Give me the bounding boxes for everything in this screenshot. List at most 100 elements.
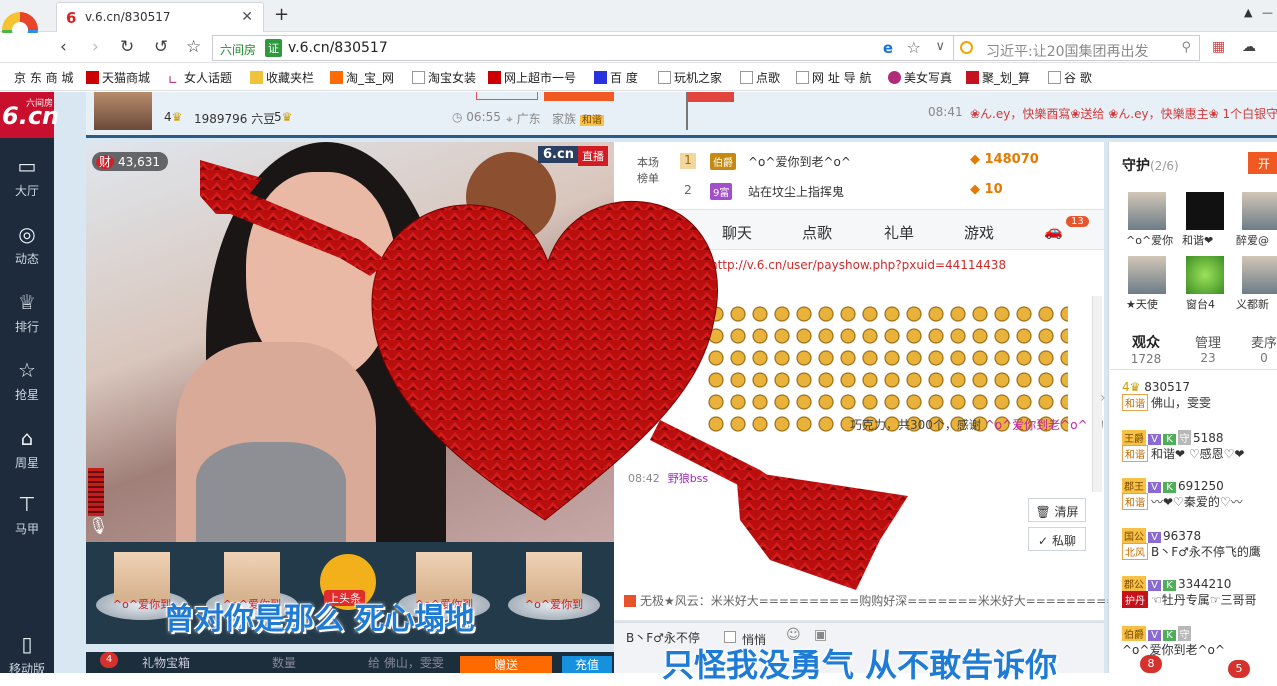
rank-row[interactable]: 1 伯爵 ^o^爱你到老^o^ ◆ 148070 — [678, 148, 1098, 174]
bookmarks-bar: 京 东 商 城 天猫商城 ∟ 女人话题 收藏夹栏 淘_宝_网 淘宝女装 网上超市一… — [0, 64, 1277, 91]
back-icon[interactable]: ‹ — [60, 37, 67, 57]
chat-link[interactable]: http://v.6.cn/user/payshow.php?pxuid=441… — [710, 258, 1006, 272]
guard-avatar[interactable] — [1128, 192, 1166, 230]
microphone-icon[interactable]: 🎙 — [88, 516, 108, 535]
sidebar-item-hall[interactable]: ▭ 大厅 — [0, 154, 54, 199]
bookmark-item[interactable]: 美女写真 — [888, 69, 952, 86]
tab-admins[interactable]: 管理 23 — [1182, 332, 1234, 366]
audience-row[interactable]: 4♛ 830517 和谐 佛山，雯雯 — [1122, 380, 1211, 411]
bookmark-item[interactable]: ∟ 女人话题 — [168, 69, 232, 87]
bookmark-item[interactable]: 谷 歌 — [1048, 69, 1092, 86]
bookmark-item[interactable]: 玩机之家 — [658, 69, 722, 86]
send-gift-button[interactable]: 赠送 — [460, 656, 552, 673]
open-guard-button[interactable]: 开通 — [1248, 152, 1277, 188]
host-family[interactable]: 家族 和谐 — [552, 110, 604, 127]
audience-row[interactable]: 伯爵 V K 守 ^o^爱你到老^o^ — [1122, 626, 1225, 658]
tab-title: v.6.cn/830517 — [85, 10, 171, 24]
private-chat-button[interactable]: ✓ 私聊 — [1028, 527, 1086, 551]
tab-chat[interactable]: 聊天 — [722, 222, 752, 243]
clear-screen-button[interactable]: 🗑 清屏 — [1028, 498, 1086, 522]
audience-row[interactable]: 国公 V 96378 北风 B丶F♂永不停飞的鹰 — [1122, 528, 1261, 560]
audience-row[interactable]: 郡公 V K 3344210 护丹 ☜牡丹专属☞三哥哥 — [1122, 576, 1257, 608]
quantity-select[interactable]: 数量 — [272, 654, 296, 671]
new-tab-icon[interactable]: + — [274, 4, 289, 25]
sidebar-item-vest[interactable]: ⊤ 马甲 — [0, 492, 54, 537]
sidebar-item-mobile[interactable]: ▯ 移动版 — [0, 632, 54, 677]
audience-row[interactable]: 王爵 V K 守 5188 和谐 和谐❤ ♡感恩♡❤ — [1122, 430, 1244, 462]
topup-button[interactable]: 充值 — [562, 656, 612, 673]
ie-mode-icon[interactable]: e — [883, 39, 893, 57]
guard-avatar[interactable] — [1186, 256, 1224, 294]
bookmark-item[interactable]: 点歌 — [740, 69, 780, 86]
bookmark-item[interactable]: 京 东 商 城 — [14, 69, 73, 86]
browser-tab[interactable]: 6 v.6.cn/830517 ✕ — [56, 2, 264, 32]
site-logo[interactable]: 六间房 6.cn — [0, 92, 59, 138]
treasure-count-badge: 4 — [100, 652, 118, 668]
address-bar[interactable]: 六间房 证 v.6.cn/830517 e ☆ ∨ — [212, 35, 954, 61]
sidebar-item-feed[interactable]: ◎ 动态 — [0, 222, 54, 267]
close-tab-icon[interactable]: ✕ — [241, 9, 253, 25]
host-avatar[interactable] — [94, 92, 152, 130]
bookmark-item[interactable]: 网 址 导 航 — [796, 69, 871, 86]
bookmark-item[interactable]: 淘_宝_网 — [330, 69, 394, 86]
guard-avatar[interactable] — [1186, 192, 1224, 230]
minimize-icon[interactable]: — — [1262, 6, 1273, 19]
tab-games[interactable]: 游戏 — [964, 222, 994, 243]
sidebar-item-weekly[interactable]: ⌂ 周星 — [0, 426, 54, 471]
vip-icon: V — [1148, 434, 1161, 445]
forward-icon[interactable]: › — [92, 37, 99, 57]
notification-badge[interactable]: 8 — [1140, 655, 1162, 673]
rank-label[interactable]: 本场榜单 — [634, 154, 662, 186]
bookmark-item[interactable]: 百 度 — [594, 69, 638, 86]
notice-text: ❀ん.ey，快樂酉寫❀送给 ❀ん.ey，快樂惠主❀ 1个白银守护 — [970, 107, 1277, 121]
tab-mic-queue[interactable]: 麦序 0 — [1238, 332, 1277, 366]
guard-avatar[interactable] — [1242, 192, 1277, 230]
guard-avatar[interactable] — [1242, 256, 1277, 294]
gift-avatar[interactable] — [114, 552, 170, 602]
bookmark-item[interactable]: 淘宝女装 — [412, 69, 476, 86]
subscribe-button[interactable] — [544, 92, 614, 101]
follow-button[interactable] — [476, 92, 538, 100]
bookmark-item[interactable]: 网上超市一号 — [488, 69, 576, 86]
sidebar-item-ranking[interactable]: ♕ 排行 — [0, 290, 54, 335]
search-input[interactable]: 习近平:让20国集团再出发 — [986, 41, 1149, 61]
bookmark-star-icon[interactable]: ☆ — [907, 38, 921, 57]
treasure-box-label[interactable]: 礼物宝箱 — [142, 654, 190, 671]
tab-songs[interactable]: 点歌 — [802, 222, 832, 243]
live-badge: 直播 — [578, 146, 608, 166]
logo-text: 6.cn — [2, 102, 60, 130]
apps-grid-icon[interactable]: ▦ — [1212, 39, 1225, 55]
tab-gift-list[interactable]: 礼单 — [884, 222, 914, 243]
flag-banner — [688, 92, 734, 102]
address-url[interactable]: v.6.cn/830517 — [288, 40, 388, 56]
certificate-badge[interactable]: 证 — [265, 39, 282, 57]
gift-recipient[interactable]: 给 佛山，雯雯 — [368, 654, 444, 671]
chat-user[interactable]: 野狼bss — [668, 472, 708, 485]
live-video[interactable] — [86, 142, 614, 542]
cloud-icon[interactable]: ☁ — [1242, 39, 1256, 55]
notification-badge[interactable]: 5 — [1228, 660, 1250, 678]
search-box[interactable]: 习近平:让20国集团再出发 ⚲ — [954, 35, 1200, 61]
bookmark-item[interactable]: 聚_划_算 — [966, 69, 1030, 86]
bookmark-item[interactable]: 收藏夹栏 — [250, 69, 314, 86]
gift-user[interactable]: ^o^爱你到老^o^ — [985, 418, 1088, 432]
sidebar-item-star[interactable]: ☆ 抢星 — [0, 358, 54, 403]
pin-icon[interactable]: ▲ — [1244, 6, 1252, 19]
crown-icon: 4♛ — [1122, 380, 1141, 394]
gift-avatar[interactable] — [526, 552, 582, 602]
reload-icon[interactable]: ↻ — [120, 37, 134, 57]
guard-name: 和谐❤ — [1182, 234, 1214, 247]
search-engine-icon[interactable] — [960, 41, 973, 54]
tab-audience[interactable]: 观众 1728 — [1120, 332, 1172, 367]
search-icon[interactable]: ⚲ — [1181, 40, 1191, 55]
rank-badge: 伯爵 — [710, 153, 736, 170]
chevron-down-icon[interactable]: ∨ — [935, 39, 945, 54]
undo-close-icon[interactable]: ↺ — [154, 37, 168, 57]
car-icon[interactable]: 🚗 — [1044, 222, 1063, 240]
rank-row[interactable]: 2 9富 站在坟尘上指挥鬼 ◆ 10 — [678, 178, 1098, 204]
bookmark-item[interactable]: 天猫商城 — [86, 69, 150, 86]
audience-row[interactable]: 郡王 V K 691250 和谐 〰❤♡秦爱的♡〰 — [1122, 478, 1243, 510]
favorite-icon[interactable]: ☆ — [186, 37, 201, 57]
collapse-arrow-icon[interactable]: › — [1100, 390, 1106, 406]
guard-avatar[interactable] — [1128, 256, 1166, 294]
